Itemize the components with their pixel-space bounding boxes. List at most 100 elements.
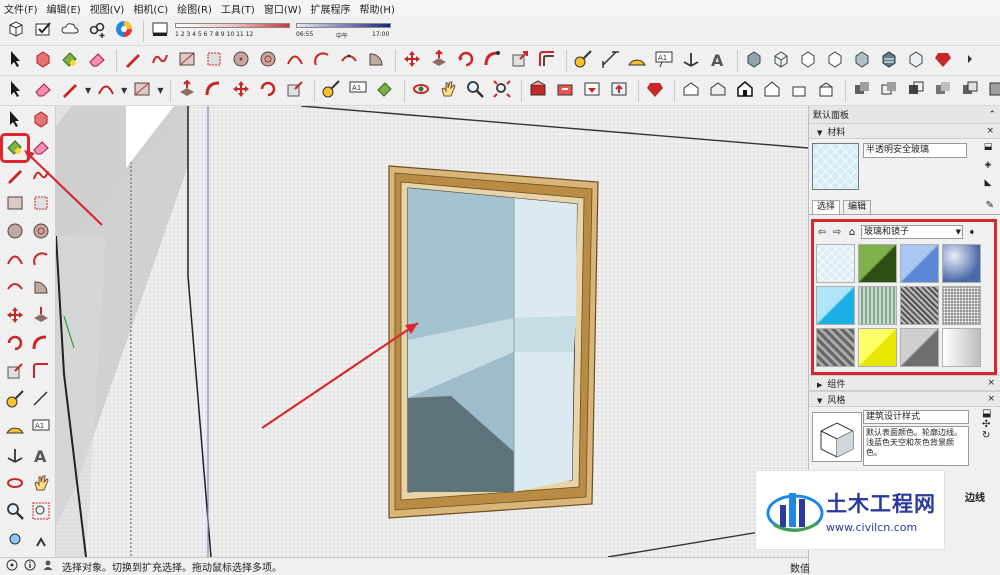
pie-tool-button[interactable] bbox=[364, 49, 388, 73]
polygon-tool-button[interactable] bbox=[256, 49, 280, 73]
paint-bucket-button[interactable] bbox=[58, 49, 82, 73]
style-thumbnail[interactable] bbox=[812, 412, 862, 462]
ruby-button[interactable] bbox=[643, 79, 667, 103]
freehand-tool-button[interactable] bbox=[148, 49, 172, 73]
check-validity-button[interactable] bbox=[31, 19, 55, 43]
material-swatch[interactable] bbox=[858, 328, 897, 367]
material-swatch[interactable] bbox=[942, 286, 981, 325]
line-tool-button-2[interactable] bbox=[58, 79, 82, 103]
zoom-left[interactable] bbox=[3, 500, 27, 524]
create-material-icon[interactable]: ◈ bbox=[982, 159, 994, 171]
eraser-tool-button[interactable] bbox=[85, 49, 109, 73]
shadow-time-bar[interactable] bbox=[296, 22, 391, 28]
3d-text-button[interactable]: A bbox=[706, 49, 730, 73]
update-icon[interactable]: ↻ bbox=[982, 430, 996, 441]
menu-file[interactable]: 文件(F) bbox=[4, 1, 38, 16]
material-swatch[interactable] bbox=[858, 244, 897, 283]
rotate-tool-button-2[interactable] bbox=[256, 79, 280, 103]
arc-tool-button-2[interactable] bbox=[94, 79, 118, 103]
menu-edit[interactable]: 编辑(E) bbox=[47, 1, 81, 16]
rotate-left[interactable] bbox=[3, 332, 27, 356]
top-view-button[interactable] bbox=[706, 79, 730, 103]
front-view-button[interactable] bbox=[733, 79, 757, 103]
push-pull-button[interactable] bbox=[427, 49, 451, 73]
back-edges-style-button[interactable] bbox=[769, 49, 793, 73]
share-component-button[interactable] bbox=[85, 19, 109, 43]
tape-measure-button[interactable] bbox=[571, 49, 595, 73]
solid-intersect-button[interactable] bbox=[877, 79, 901, 103]
rotated-rectangle-tool-button[interactable] bbox=[202, 49, 226, 73]
more-tools-button[interactable] bbox=[958, 49, 982, 73]
shadow-date-slider[interactable]: 1 2 3 4 5 6 7 8 9 10 11 12 bbox=[175, 19, 290, 43]
upload-model-button[interactable] bbox=[607, 79, 631, 103]
material-name-field[interactable]: 半透明安全玻璃 bbox=[863, 143, 967, 158]
wireframe-style-button[interactable] bbox=[796, 49, 820, 73]
rectangle-tool-button[interactable] bbox=[175, 49, 199, 73]
menu-tools[interactable]: 工具(T) bbox=[221, 1, 255, 16]
model-info-button[interactable] bbox=[4, 19, 28, 43]
pan-tool-button[interactable] bbox=[436, 79, 460, 103]
axes-tool-button[interactable] bbox=[679, 49, 703, 73]
collection-select[interactable]: 玻璃和镜子 ▼ bbox=[861, 225, 963, 239]
zoom-window-left[interactable] bbox=[29, 500, 53, 524]
pie-left[interactable] bbox=[29, 276, 53, 300]
push-pull-left[interactable] bbox=[29, 304, 53, 328]
display-secondary-icon[interactable]: ⬓ bbox=[982, 141, 994, 153]
material-swatch[interactable] bbox=[816, 286, 855, 325]
solid-union-button[interactable] bbox=[850, 79, 874, 103]
make-component-left[interactable] bbox=[29, 108, 53, 132]
select-tool-button-2[interactable] bbox=[4, 79, 28, 103]
scale-tool-button-2[interactable] bbox=[283, 79, 307, 103]
follow-me-left[interactable] bbox=[29, 332, 53, 356]
rotate-tool-button[interactable] bbox=[454, 49, 478, 73]
forward-icon[interactable]: ⇨ bbox=[831, 227, 843, 238]
tab-edit[interactable]: 编辑 bbox=[843, 200, 872, 214]
position-camera-left[interactable] bbox=[3, 528, 27, 552]
axes-left[interactable] bbox=[3, 444, 27, 468]
menu-view[interactable]: 视图(V) bbox=[90, 1, 125, 16]
xray-style-button[interactable] bbox=[742, 49, 766, 73]
menu-window[interactable]: 窗口(W) bbox=[264, 1, 302, 16]
material-swatch[interactable] bbox=[816, 244, 855, 283]
material-swatch[interactable] bbox=[942, 244, 981, 283]
3d-warehouse-button[interactable] bbox=[526, 79, 550, 103]
material-swatch[interactable] bbox=[816, 328, 855, 367]
tape-measure-button-2[interactable] bbox=[319, 79, 343, 103]
material-swatch[interactable] bbox=[858, 286, 897, 325]
save-icon[interactable]: ⬓ bbox=[982, 408, 996, 419]
text-tool-button[interactable]: A1 bbox=[652, 49, 676, 73]
make-component-button[interactable] bbox=[31, 49, 55, 73]
left-view-button[interactable] bbox=[814, 79, 838, 103]
offset-tool-button[interactable] bbox=[535, 49, 559, 73]
details-arrow-icon[interactable]: ➧ bbox=[966, 227, 978, 238]
default-material-icon[interactable]: ◣ bbox=[982, 177, 994, 189]
components-panel-header[interactable]: ▶ 组件 × bbox=[809, 375, 1000, 391]
create-style-icon[interactable]: ✣ bbox=[982, 419, 996, 430]
shape-dropdown[interactable]: ▼ bbox=[157, 79, 163, 103]
materials-panel-header[interactable]: ▼ 材料 × bbox=[809, 123, 1000, 139]
home-icon[interactable]: ⌂ bbox=[846, 227, 858, 238]
move-tool-button[interactable] bbox=[400, 49, 424, 73]
solid-split-button[interactable] bbox=[958, 79, 982, 103]
follow-me-button[interactable] bbox=[481, 49, 505, 73]
style-name-field[interactable]: 建筑设计样式 bbox=[863, 410, 969, 424]
style-description[interactable]: 默认表面颜色。轮廓边线。浅蓝色天空和灰色背景颜色。 bbox=[863, 426, 969, 466]
outer-shell-button[interactable] bbox=[985, 79, 1000, 103]
material-swatch[interactable] bbox=[942, 328, 981, 367]
eyedropper-icon[interactable]: ✎ bbox=[986, 200, 994, 211]
shadow-time-slider[interactable]: 06:55 中午 17:00 bbox=[296, 19, 391, 43]
3d-text-left[interactable]: A bbox=[29, 444, 53, 468]
three-point-arc-button[interactable] bbox=[337, 49, 361, 73]
select-tool-left[interactable] bbox=[3, 108, 27, 132]
shape-tool-button[interactable] bbox=[130, 79, 154, 103]
pan-left[interactable] bbox=[29, 472, 53, 496]
tape-measure-left[interactable] bbox=[3, 388, 27, 412]
menu-draw[interactable]: 绘图(R) bbox=[177, 1, 212, 16]
text-tool-button-2[interactable]: A1 bbox=[346, 79, 370, 103]
move-left[interactable] bbox=[3, 304, 27, 328]
scale-left[interactable] bbox=[3, 360, 27, 384]
protractor-button[interactable] bbox=[625, 49, 649, 73]
material-preview-swatch[interactable] bbox=[812, 143, 859, 190]
close-icon[interactable]: × bbox=[986, 126, 994, 136]
ruby-console-button[interactable] bbox=[931, 49, 955, 73]
